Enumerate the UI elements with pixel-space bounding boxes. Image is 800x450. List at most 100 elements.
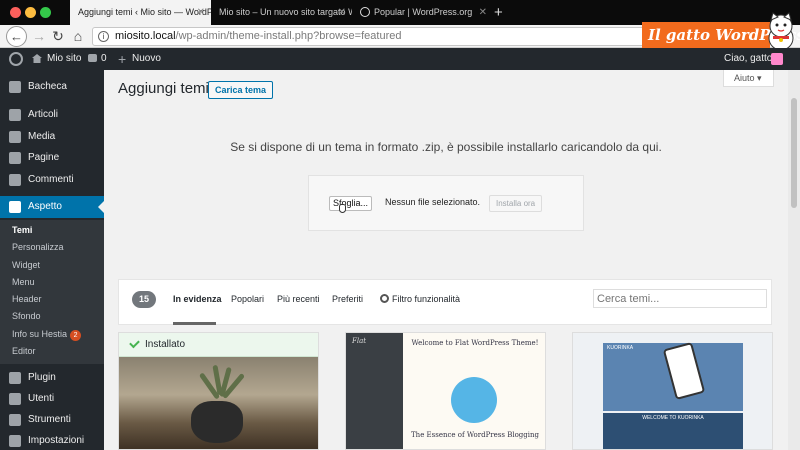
forward-icon[interactable]: →	[31, 27, 47, 46]
sidebar-item-strumenti[interactable]: Strumenti	[0, 409, 104, 431]
sidebar-item-label: Bacheca	[28, 81, 67, 92]
sidebar-item-label: Articoli	[28, 109, 59, 120]
help-tab[interactable]: Aiuto ▾	[723, 70, 774, 87]
submenu-item-hestia[interactable]: Info su Hestia 2	[12, 326, 82, 343]
new-tab-icon[interactable]: +	[494, 0, 503, 25]
check-icon	[129, 337, 140, 349]
tab-title: Aggiungi temi ‹ Mio sito — WordPre	[78, 7, 211, 17]
feature-filter-button[interactable]: Filtro funzionalità	[380, 294, 460, 304]
installed-label: Installato	[145, 339, 186, 350]
submenu-item-editor[interactable]: Editor	[12, 343, 36, 360]
info-icon[interactable]: i	[98, 31, 109, 42]
update-badge: 2	[70, 330, 82, 341]
submenu-item-temi[interactable]: Temi	[12, 222, 32, 239]
home-icon[interactable]: ⌂	[70, 27, 86, 46]
sidebar-item-pagine[interactable]: Pagine	[0, 147, 104, 169]
sidebar-item-media[interactable]: Media	[0, 126, 104, 148]
scrollbar-thumb[interactable]	[791, 98, 797, 208]
tools-icon	[9, 414, 21, 426]
sidebar-item-commenti[interactable]: Commenti	[0, 169, 104, 191]
active-tab-underline	[173, 322, 216, 325]
theme-preview-title: Welcome to Flat WordPress Theme!	[411, 339, 539, 347]
feature-filter-label: Filtro funzionalità	[392, 294, 461, 304]
submenu-item-header[interactable]: Header	[12, 291, 42, 308]
reload-icon[interactable]: ↻	[50, 27, 66, 46]
url-path: /wp-admin/theme-install.php?browse=featu…	[175, 30, 402, 42]
browse-file-button[interactable]: Sfoglia...	[329, 196, 373, 211]
sidebar-item-articoli[interactable]: Articoli	[0, 104, 104, 126]
theme-logo: Flat	[352, 337, 367, 345]
tab-title: Popular | WordPress.org	[374, 7, 473, 17]
theme-card[interactable]: Flat Welcome to Flat WordPress Theme! Th…	[345, 332, 546, 450]
sidebar-item-label: Media	[28, 131, 56, 142]
tab-popolari[interactable]: Popolari	[231, 294, 264, 304]
upload-description: Se si dispone di un tema in formato .zip…	[230, 140, 662, 154]
no-file-selected-text: Nessun file selezionato.	[385, 197, 481, 207]
submenu-item-label: Info su Hestia	[12, 329, 68, 339]
new-content-link[interactable]: Nuovo	[132, 48, 161, 70]
browser-tab[interactable]: Popular | WordPress.org ✕	[352, 0, 493, 25]
browser-tab-active[interactable]: Aggiungi temi ‹ Mio sito — WordPre ✕	[70, 0, 211, 25]
theme-preview-subtitle: The Essence of WordPress Blogging	[411, 431, 539, 439]
wp-admin-bar: Mio sito 0 + Nuovo Ciao, gatto	[0, 48, 800, 70]
zoom-window-button[interactable]	[40, 7, 51, 18]
dashboard-icon	[9, 81, 21, 93]
sidebar-item-aspetto[interactable]: Aspetto	[0, 196, 104, 218]
url-host: miosito.local	[115, 30, 176, 42]
comments-icon[interactable]	[88, 54, 97, 62]
avatar[interactable]	[771, 53, 783, 65]
page-scrollbar[interactable]	[788, 70, 800, 450]
theme-card[interactable]: Installato	[118, 332, 319, 450]
sidebar-item-impostazioni[interactable]: Impostazioni	[0, 430, 104, 450]
site-name-link[interactable]: Mio sito	[47, 48, 81, 70]
close-tab-icon[interactable]: ✕	[197, 0, 205, 25]
main-content: Aiuto ▾ Aggiungi temi Carica tema Se si …	[104, 70, 788, 450]
comments-count[interactable]: 0	[101, 48, 107, 70]
minimize-window-button[interactable]	[25, 7, 36, 18]
chevron-down-icon: ▾	[757, 73, 762, 83]
theme-illustration	[451, 377, 497, 423]
back-icon[interactable]: ←	[6, 26, 27, 47]
installed-banner: Installato	[119, 333, 318, 357]
submenu-item-sfondo[interactable]: Sfondo	[12, 308, 41, 325]
sidebar-item-label: Impostazioni	[28, 435, 85, 446]
theme-screenshot: Welcome to Flat WordPress Theme! The Ess…	[403, 333, 545, 449]
plus-icon[interactable]: +	[118, 48, 126, 70]
plugin-icon	[9, 372, 21, 384]
sidebar-item-label: Plugin	[28, 372, 56, 383]
home-site-icon	[32, 54, 42, 63]
theme-card[interactable]: KUORINKA WELCOME TO KUORINKA	[572, 332, 773, 450]
sidebar-item-bacheca[interactable]: Bacheca	[0, 76, 104, 98]
search-themes-input[interactable]	[593, 289, 767, 308]
plant-pot	[191, 401, 243, 443]
close-tab-icon[interactable]: ✕	[338, 0, 346, 25]
theme-screenshot: KUORINKA WELCOME TO KUORINKA	[573, 333, 772, 449]
sidebar-item-plugin[interactable]: Plugin	[0, 367, 104, 389]
upload-theme-button[interactable]: Carica tema	[208, 81, 274, 99]
media-icon	[9, 131, 21, 143]
submenu-item-personalizza[interactable]: Personalizza	[12, 239, 64, 256]
tab-preferiti[interactable]: Preferiti	[332, 294, 363, 304]
address-bar[interactable]: i miosito.local/wp-admin/theme-install.p…	[92, 27, 737, 46]
close-window-button[interactable]	[10, 7, 21, 18]
submenu-item-menu[interactable]: Menu	[12, 274, 35, 291]
submenu-item-widget[interactable]: Widget	[12, 257, 40, 274]
theme-preview-welcome: WELCOME TO KUORINKA	[603, 413, 743, 449]
close-tab-icon[interactable]: ✕	[479, 0, 487, 25]
sidebar-item-utenti[interactable]: Utenti	[0, 388, 104, 410]
user-greeting[interactable]: Ciao, gatto	[724, 48, 772, 70]
install-now-button[interactable]: Installa ora	[489, 195, 543, 212]
screen: Aggiungi temi ‹ Mio sito — WordPre ✕ Mio…	[0, 0, 800, 450]
gear-icon	[380, 294, 389, 303]
tab-title: Mio sito – Un nuovo sito targato Wo	[219, 7, 352, 17]
theme-preview-brand: KUORINKA	[607, 345, 634, 351]
wordpress-logo-icon[interactable]	[9, 52, 23, 66]
browser-tab[interactable]: Mio sito – Un nuovo sito targato Wo ✕	[211, 0, 352, 25]
settings-icon	[9, 435, 21, 447]
theme-sidebar-preview: Flat	[346, 333, 403, 449]
tab-in-evidenza[interactable]: In evidenza	[173, 294, 222, 304]
sidebar-item-label: Pagine	[28, 152, 60, 163]
sidebar-item-label: Strumenti	[28, 414, 71, 425]
tab-piu-recenti[interactable]: Più recenti	[277, 294, 320, 304]
aspetto-submenu: Temi Personalizza Widget Menu Header Sfo…	[0, 220, 104, 364]
